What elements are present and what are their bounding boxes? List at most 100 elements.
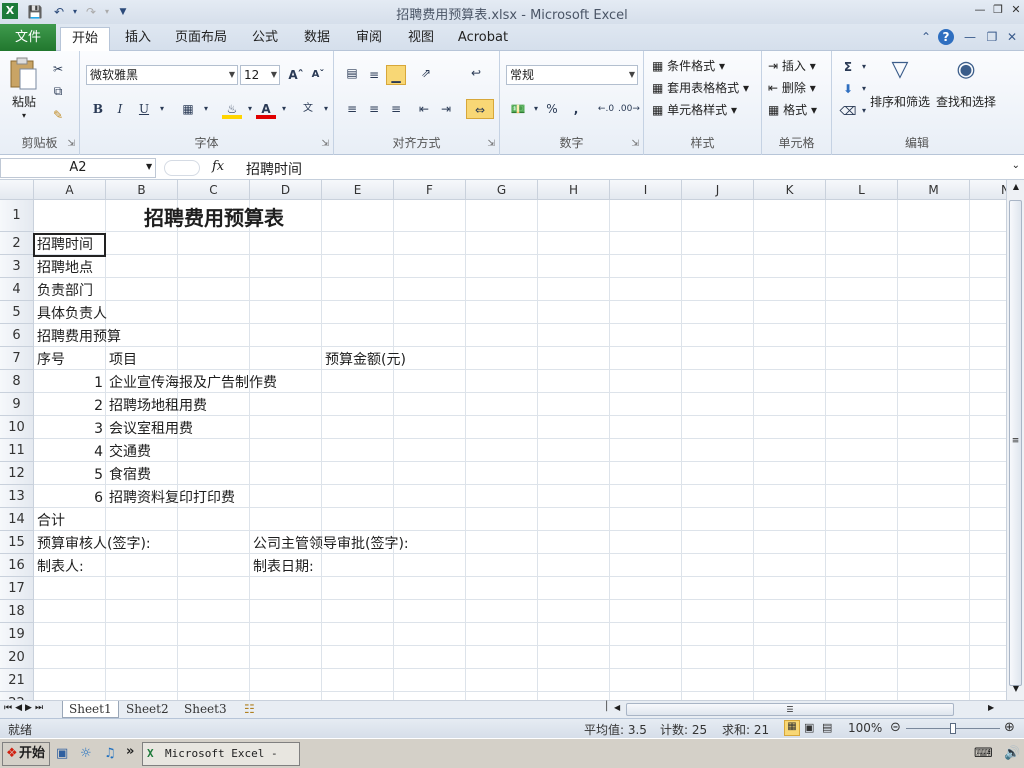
vertical-scrollbar[interactable]: ▲ ≡ ▼ [1006,180,1024,700]
alignment-launcher-icon[interactable]: ⇲ [487,139,495,149]
cell-a5[interactable]: 具体负责人 [37,303,107,325]
cell-b8[interactable]: 企业宣传海报及广告制作费 [109,372,277,394]
column-header-a[interactable]: A [34,180,106,200]
column-header-g[interactable]: G [466,180,538,200]
expand-formula-bar-icon[interactable]: ⌄ [1012,160,1020,171]
scroll-left-icon[interactable]: ◀ [614,703,620,712]
cell-title[interactable]: 招聘费用预算表 [106,202,322,234]
paste-icon[interactable] [8,57,40,90]
row-header-6[interactable]: 6 [0,324,34,347]
cell-a6[interactable]: 招聘费用预算 [37,326,121,348]
align-left-icon[interactable]: ≡ [342,99,362,119]
scroll-right-icon[interactable]: ▶ [988,703,994,712]
format-as-table-button[interactable]: ▦ 套用表格格式 ▾ [652,79,749,96]
column-header-i[interactable]: I [610,180,682,200]
cell-b10[interactable]: 会议室租用费 [109,418,193,440]
border-dropdown-icon[interactable]: ▾ [196,99,216,119]
row-header-3[interactable]: 3 [0,255,34,278]
cell-a3[interactable]: 招聘地点 [37,257,93,279]
row-header-12[interactable]: 12 [0,462,34,485]
close-icon[interactable]: ✕ [1008,2,1024,18]
fill-color-icon[interactable]: ♨ [222,99,242,119]
underline-button[interactable]: U [134,99,154,119]
workbook-minimize-icon[interactable]: — [962,29,978,45]
row-header-11[interactable]: 11 [0,439,34,462]
increase-indent-icon[interactable]: ⇥ [436,99,456,119]
cell-a8[interactable]: 1 [34,372,103,394]
formula-bar-grip[interactable] [164,160,200,176]
cell-a16[interactable]: 制表人: [37,556,84,578]
row-header-22[interactable]: 22 [0,692,34,700]
row-header-15[interactable]: 15 [0,531,34,554]
column-header-h[interactable]: H [538,180,610,200]
cell-a12[interactable]: 5 [34,464,103,486]
cell-d15[interactable]: 公司主管领导审批(签字): [253,533,409,555]
shrink-font-icon[interactable]: Aˇ [308,65,328,85]
taskbar-excel-window[interactable]: X Microsoft Excel - ... [142,742,300,766]
copy-icon[interactable]: ⧉ [48,81,68,101]
zoom-slider-thumb[interactable] [950,723,956,734]
cell-b12[interactable]: 食宿费 [109,464,151,486]
sheet-navigation-icons[interactable]: ⏮◀▶⏭ [4,703,46,713]
cell-a13[interactable]: 6 [34,487,103,509]
quicklaunch-more-icon[interactable]: » [126,744,134,759]
row-header-9[interactable]: 9 [0,393,34,416]
sheet-tab-2[interactable]: Sheet2 [120,701,175,718]
font-name-select[interactable]: 微软雅黑 ▼ [86,65,238,85]
start-button[interactable]: ❖ 开始 [2,742,50,766]
autosum-dropdown-icon[interactable]: ▾ [854,57,874,77]
sort-filter-icon[interactable]: ▽ [884,57,916,89]
cell-b7[interactable]: 项目 [109,349,137,371]
cell-b9[interactable]: 招聘场地租用费 [109,395,207,417]
tab-formulas[interactable]: 公式 [244,27,286,51]
page-break-view-icon[interactable]: ▤ [822,721,832,734]
workbook-restore-icon[interactable]: ❐ [984,29,1000,45]
row-header-4[interactable]: 4 [0,278,34,301]
align-middle-icon[interactable]: ≡ [364,65,384,85]
cell-a11[interactable]: 4 [34,441,103,463]
underline-dropdown-icon[interactable]: ▾ [152,99,172,119]
quicklaunch-ie-icon[interactable]: ☼ [80,746,92,761]
cell-a4[interactable]: 负责部门 [37,280,93,302]
number-launcher-icon[interactable]: ⇲ [631,139,639,149]
paste-dropdown-icon[interactable]: ▾ [22,111,26,120]
cell-b13[interactable]: 招聘资料复印打印费 [109,487,235,509]
tab-data[interactable]: 数据 [296,27,338,51]
column-header-f[interactable]: F [394,180,466,200]
column-header-j[interactable]: J [682,180,754,200]
quicklaunch-media-icon[interactable]: ♫ [104,746,116,761]
wrap-text-icon[interactable]: ↩ [466,63,486,83]
insert-function-button[interactable]: fx [212,159,224,174]
insert-sheet-icon[interactable]: ☷ [238,701,261,718]
merge-center-icon[interactable]: ⇔ [466,99,494,119]
align-bottom-icon[interactable]: ▁ [386,65,406,85]
row-header-21[interactable]: 21 [0,669,34,692]
delete-cells-button[interactable]: ⇤ 删除 ▾ [768,79,816,96]
worksheet-grid[interactable]: ABCDEFGHIJKLMN 1 2 3 4 5 6 7 8 9 10 11 12 13 14 15 16 17… [0,180,1006,700]
workbook-close-icon[interactable]: ✕ [1004,29,1020,45]
name-box-dropdown-icon[interactable]: ▼ [146,162,152,171]
paste-button[interactable]: 粘贴 [12,93,36,110]
clipboard-launcher-icon[interactable]: ⇲ [67,139,75,149]
decrease-decimal-icon[interactable]: .00→ [618,99,640,119]
column-header-l[interactable]: L [826,180,898,200]
cell-styles-button[interactable]: ▦ 单元格样式 ▾ [652,101,737,118]
column-header-d[interactable]: D [250,180,322,200]
increase-decimal-icon[interactable]: ←.0 [596,99,616,119]
align-right-icon[interactable]: ≡ [386,99,406,119]
font-launcher-icon[interactable]: ⇲ [321,139,329,149]
row-header-18[interactable]: 18 [0,600,34,623]
row-header-16[interactable]: 16 [0,554,34,577]
font-size-select[interactable]: 12 ▼ [240,65,280,85]
tab-file[interactable]: 文件 [0,24,56,51]
scroll-down-icon[interactable]: ▼ [1009,684,1023,698]
zoom-out-icon[interactable]: ⊝ [890,720,901,735]
orientation-icon[interactable]: ⇗ [416,63,436,83]
tab-home[interactable]: 开始 [60,27,110,51]
help-icon[interactable]: ? [938,29,954,45]
tab-insert[interactable]: 插入 [116,27,160,51]
row-header-13[interactable]: 13 [0,485,34,508]
row-header-5[interactable]: 5 [0,301,34,324]
tab-review[interactable]: 审阅 [348,27,390,51]
row-header-19[interactable]: 19 [0,623,34,646]
